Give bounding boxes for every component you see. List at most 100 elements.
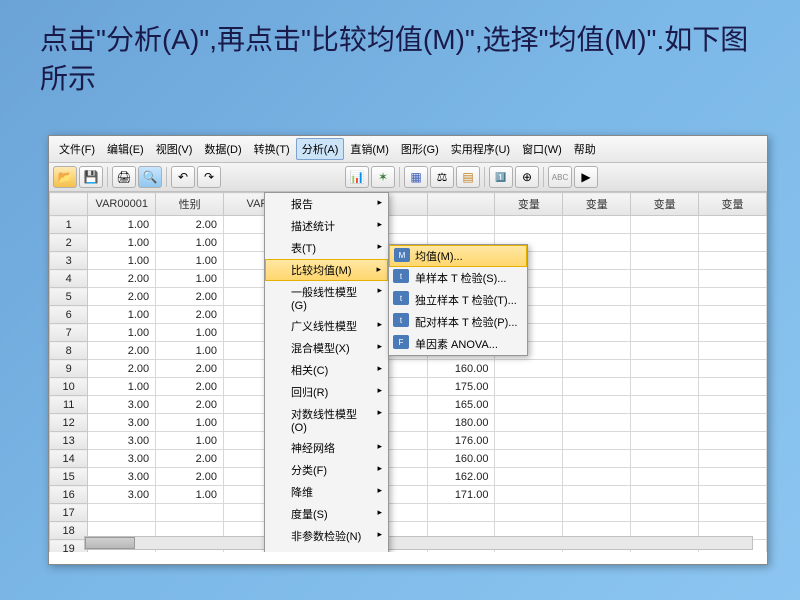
cell[interactable]: 2.00 — [156, 306, 224, 324]
preview-icon[interactable]: 🔍 — [138, 166, 162, 188]
column-header[interactable]: 性别 — [156, 193, 224, 216]
row-header[interactable]: 11 — [50, 396, 88, 414]
row-header[interactable]: 6 — [50, 306, 88, 324]
cell[interactable] — [563, 378, 631, 396]
table-row[interactable]: 17 — [50, 504, 767, 522]
chart-icon[interactable]: 📊 — [345, 166, 369, 188]
save-icon[interactable]: 💾 — [79, 166, 103, 188]
menu-item[interactable]: 降维▸ — [265, 481, 388, 503]
menu-edit[interactable]: 编辑(E) — [101, 138, 150, 160]
table-row[interactable]: 153.002.00162.00 — [50, 468, 767, 486]
cell[interactable] — [699, 288, 767, 306]
menu-utilities[interactable]: 实用程序(U) — [445, 138, 516, 160]
cell[interactable] — [699, 450, 767, 468]
table-row[interactable]: 101.002.00175.00 — [50, 378, 767, 396]
table-row[interactable]: 113.002.00165.00 — [50, 396, 767, 414]
row-header[interactable]: 14 — [50, 450, 88, 468]
cell[interactable]: 2.00 — [88, 270, 156, 288]
submenu-item[interactable]: 单因素 ANOVA...F — [389, 333, 527, 355]
menu-item[interactable]: 神经网络▸ — [265, 437, 388, 459]
run-icon[interactable]: ▶ — [574, 166, 598, 188]
cell[interactable] — [631, 378, 699, 396]
cell[interactable]: 1.00 — [156, 234, 224, 252]
cell[interactable] — [699, 252, 767, 270]
cell[interactable] — [699, 324, 767, 342]
cell[interactable] — [563, 504, 631, 522]
menu-view[interactable]: 视图(V) — [150, 138, 199, 160]
table-icon[interactable]: ▤ — [456, 166, 480, 188]
cell[interactable] — [631, 396, 699, 414]
cell[interactable]: 1.00 — [156, 342, 224, 360]
undo-icon[interactable]: ↶ — [171, 166, 195, 188]
table-row[interactable]: 133.001.00176.00 — [50, 432, 767, 450]
cell[interactable]: 1.00 — [156, 486, 224, 504]
cell[interactable] — [631, 468, 699, 486]
horizontal-scrollbar[interactable] — [84, 536, 753, 550]
cell[interactable] — [427, 504, 495, 522]
row-header[interactable]: 10 — [50, 378, 88, 396]
cell[interactable] — [427, 216, 495, 234]
cell[interactable] — [495, 216, 563, 234]
menu-graphs[interactable]: 图形(G) — [395, 138, 445, 160]
cell[interactable]: 2.00 — [88, 360, 156, 378]
cell[interactable] — [631, 270, 699, 288]
value-labels-icon[interactable]: 1️⃣ — [489, 166, 513, 188]
table-row[interactable]: 143.002.00160.00 — [50, 450, 767, 468]
cell[interactable] — [563, 414, 631, 432]
cell[interactable] — [699, 414, 767, 432]
weight-icon[interactable]: ⚖ — [430, 166, 454, 188]
cell[interactable]: 162.00 — [427, 468, 495, 486]
cell[interactable]: 1.00 — [88, 252, 156, 270]
row-header[interactable]: 13 — [50, 432, 88, 450]
column-header[interactable] — [427, 193, 495, 216]
cell[interactable]: 165.00 — [427, 396, 495, 414]
cell[interactable] — [495, 432, 563, 450]
cell[interactable]: 3.00 — [88, 468, 156, 486]
row-header[interactable]: 3 — [50, 252, 88, 270]
cell[interactable] — [631, 504, 699, 522]
cell[interactable]: 2.00 — [156, 450, 224, 468]
menu-item[interactable]: 相关(C)▸ — [265, 359, 388, 381]
cell[interactable]: 3.00 — [88, 396, 156, 414]
cell[interactable]: 3.00 — [88, 432, 156, 450]
cell[interactable]: 2.00 — [88, 342, 156, 360]
row-header[interactable]: 12 — [50, 414, 88, 432]
menu-transform[interactable]: 转换(T) — [248, 138, 296, 160]
cell[interactable] — [563, 288, 631, 306]
menu-item[interactable]: 表(T)▸ — [265, 237, 388, 259]
print-icon[interactable]: 🖨 — [112, 166, 136, 188]
menu-item[interactable]: 预测(T)▸ — [265, 547, 388, 552]
row-header[interactable]: 1 — [50, 216, 88, 234]
menu-window[interactable]: 窗口(W) — [516, 138, 568, 160]
cell[interactable] — [699, 432, 767, 450]
cell[interactable] — [631, 432, 699, 450]
cell[interactable] — [699, 306, 767, 324]
cell[interactable] — [563, 360, 631, 378]
cell[interactable]: 2.00 — [156, 378, 224, 396]
cell[interactable] — [631, 234, 699, 252]
cell[interactable]: 3.00 — [88, 486, 156, 504]
cell[interactable]: 2.00 — [156, 288, 224, 306]
table-row[interactable]: 123.001.00180.00 — [50, 414, 767, 432]
row-header[interactable]: 4 — [50, 270, 88, 288]
cell[interactable] — [699, 396, 767, 414]
cell[interactable] — [631, 216, 699, 234]
cell[interactable] — [563, 270, 631, 288]
cell[interactable] — [495, 486, 563, 504]
submenu-item[interactable]: 均值(M)...M — [389, 245, 527, 267]
cell[interactable]: 180.00 — [427, 414, 495, 432]
menu-help[interactable]: 帮助 — [568, 138, 602, 160]
cell[interactable] — [631, 486, 699, 504]
cell[interactable] — [563, 306, 631, 324]
cell[interactable]: 1.00 — [156, 324, 224, 342]
row-header[interactable]: 18 — [50, 522, 88, 540]
cell[interactable] — [563, 216, 631, 234]
cell[interactable] — [495, 504, 563, 522]
column-header[interactable]: 变量 — [495, 193, 563, 216]
cell[interactable]: 1.00 — [88, 378, 156, 396]
cell[interactable] — [631, 306, 699, 324]
menu-data[interactable]: 数据(D) — [198, 138, 247, 160]
menu-item[interactable]: 对数线性模型(O)▸ — [265, 403, 388, 437]
cell[interactable]: 171.00 — [427, 486, 495, 504]
cell[interactable] — [563, 234, 631, 252]
